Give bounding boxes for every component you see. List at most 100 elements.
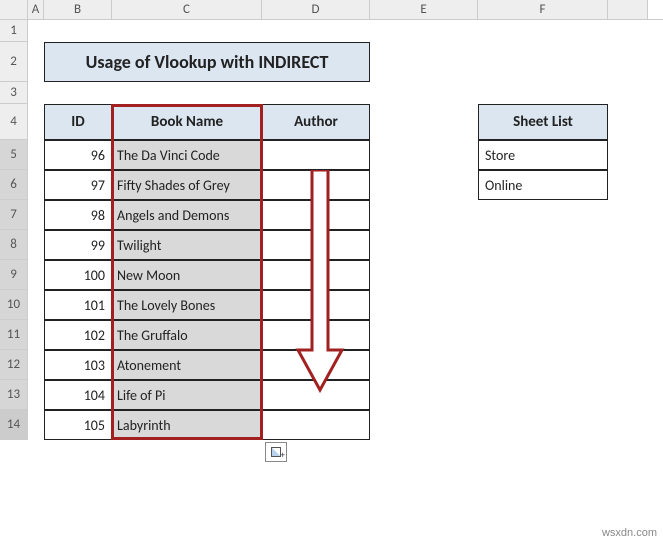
cell-sheet-1[interactable]: Online	[478, 170, 608, 200]
cell-author-13[interactable]	[262, 380, 370, 410]
title-cell[interactable]: Usage of Vlookup with INDIRECT	[44, 42, 370, 82]
cell-E9[interactable]	[370, 260, 478, 290]
cell-F2[interactable]	[478, 42, 608, 82]
header-author[interactable]: Author	[262, 104, 370, 140]
cell-id-12[interactable]: 103	[44, 350, 112, 380]
cell-A4[interactable]	[28, 104, 44, 140]
cell-book-5[interactable]: The Da Vinci Code	[112, 140, 262, 170]
cell-C1[interactable]	[112, 20, 262, 42]
cell-E14[interactable]	[370, 410, 478, 440]
cell-id-13[interactable]: 104	[44, 380, 112, 410]
cell-author-5[interactable]	[262, 140, 370, 170]
cell-E13[interactable]	[370, 380, 478, 410]
row-header-12[interactable]: 12	[0, 350, 28, 380]
cell-B3[interactable]	[44, 82, 112, 104]
cell-E2[interactable]	[370, 42, 478, 82]
cell-A6[interactable]	[28, 170, 44, 200]
cell-E10[interactable]	[370, 290, 478, 320]
row-header-4[interactable]: 4	[0, 104, 28, 140]
cell-B1[interactable]	[44, 20, 112, 42]
col-header-F[interactable]: F	[478, 0, 608, 19]
row-header-13[interactable]: 13	[0, 380, 28, 410]
cell-D1[interactable]	[262, 20, 370, 42]
cell-F13[interactable]	[478, 380, 608, 410]
col-header-C[interactable]: C	[112, 0, 262, 19]
cell-E3[interactable]	[370, 82, 478, 104]
cell-A10[interactable]	[28, 290, 44, 320]
cell-A3[interactable]	[28, 82, 44, 104]
cell-id-8[interactable]: 99	[44, 230, 112, 260]
cell-C3[interactable]	[112, 82, 262, 104]
cell-author-7[interactable]	[262, 200, 370, 230]
cell-book-11[interactable]: The Gruffalo	[112, 320, 262, 350]
cell-id-6[interactable]: 97	[44, 170, 112, 200]
select-all-corner[interactable]	[0, 0, 28, 19]
row-header-1[interactable]: 1	[0, 20, 28, 42]
cell-id-11[interactable]: 102	[44, 320, 112, 350]
cell-E6[interactable]	[370, 170, 478, 200]
cell-A13[interactable]	[28, 380, 44, 410]
row-header-9[interactable]: 9	[0, 260, 28, 290]
cell-author-12[interactable]	[262, 350, 370, 380]
cell-E7[interactable]	[370, 200, 478, 230]
cell-A9[interactable]	[28, 260, 44, 290]
cell-F7[interactable]	[478, 200, 608, 230]
cell-id-9[interactable]: 100	[44, 260, 112, 290]
cell-id-14[interactable]: 105	[44, 410, 112, 440]
header-book-name[interactable]: Book Name	[112, 104, 262, 140]
cell-A7[interactable]	[28, 200, 44, 230]
cell-author-10[interactable]	[262, 290, 370, 320]
cell-F11[interactable]	[478, 320, 608, 350]
cell-A11[interactable]	[28, 320, 44, 350]
cell-author-6[interactable]	[262, 170, 370, 200]
cell-book-8[interactable]: Twilight	[112, 230, 262, 260]
cell-E8[interactable]	[370, 230, 478, 260]
cell-book-12[interactable]: Atonement	[112, 350, 262, 380]
cell-sheet-0[interactable]: Store	[478, 140, 608, 170]
cell-A14[interactable]	[28, 410, 44, 440]
cell-E4[interactable]	[370, 104, 478, 140]
cell-D3[interactable]	[262, 82, 370, 104]
col-header-A[interactable]: A	[28, 0, 44, 19]
cell-id-7[interactable]: 98	[44, 200, 112, 230]
row-header-8[interactable]: 8	[0, 230, 28, 260]
cell-F12[interactable]	[478, 350, 608, 380]
cell-E11[interactable]	[370, 320, 478, 350]
row-header-10[interactable]: 10	[0, 290, 28, 320]
cell-book-10[interactable]: The Lovely Bones	[112, 290, 262, 320]
cell-author-8[interactable]	[262, 230, 370, 260]
row-header-3[interactable]: 3	[0, 82, 28, 104]
row-header-5[interactable]: 5	[0, 140, 28, 170]
cell-F9[interactable]	[478, 260, 608, 290]
cell-F10[interactable]	[478, 290, 608, 320]
cell-F1[interactable]	[478, 20, 608, 42]
cell-F14[interactable]	[478, 410, 608, 440]
cell-E1[interactable]	[370, 20, 478, 42]
column-header-row[interactable]: A B C D E F	[0, 0, 663, 20]
cell-author-14[interactable]	[262, 410, 370, 440]
cell-F3[interactable]	[478, 82, 608, 104]
cell-A12[interactable]	[28, 350, 44, 380]
cell-A8[interactable]	[28, 230, 44, 260]
row-header-11[interactable]: 11	[0, 320, 28, 350]
cell-A2[interactable]	[28, 42, 44, 82]
cell-author-11[interactable]	[262, 320, 370, 350]
row-header-14[interactable]: 14	[0, 410, 28, 440]
cell-id-10[interactable]: 101	[44, 290, 112, 320]
col-header-blank[interactable]	[608, 0, 648, 19]
row-header-6[interactable]: 6	[0, 170, 28, 200]
cell-E12[interactable]	[370, 350, 478, 380]
col-header-D[interactable]: D	[262, 0, 370, 19]
col-header-B[interactable]: B	[44, 0, 112, 19]
row-header-2[interactable]: 2	[0, 42, 28, 82]
cell-F8[interactable]	[478, 230, 608, 260]
col-header-E[interactable]: E	[370, 0, 478, 19]
paste-options-icon[interactable]: +	[265, 442, 287, 462]
cell-id-5[interactable]: 96	[44, 140, 112, 170]
cell-book-9[interactable]: New Moon	[112, 260, 262, 290]
cell-E5[interactable]	[370, 140, 478, 170]
header-id[interactable]: ID	[44, 104, 112, 140]
cell-book-13[interactable]: Life of Pi	[112, 380, 262, 410]
cell-A5[interactable]	[28, 140, 44, 170]
cell-book-14[interactable]: Labyrinth	[112, 410, 262, 440]
